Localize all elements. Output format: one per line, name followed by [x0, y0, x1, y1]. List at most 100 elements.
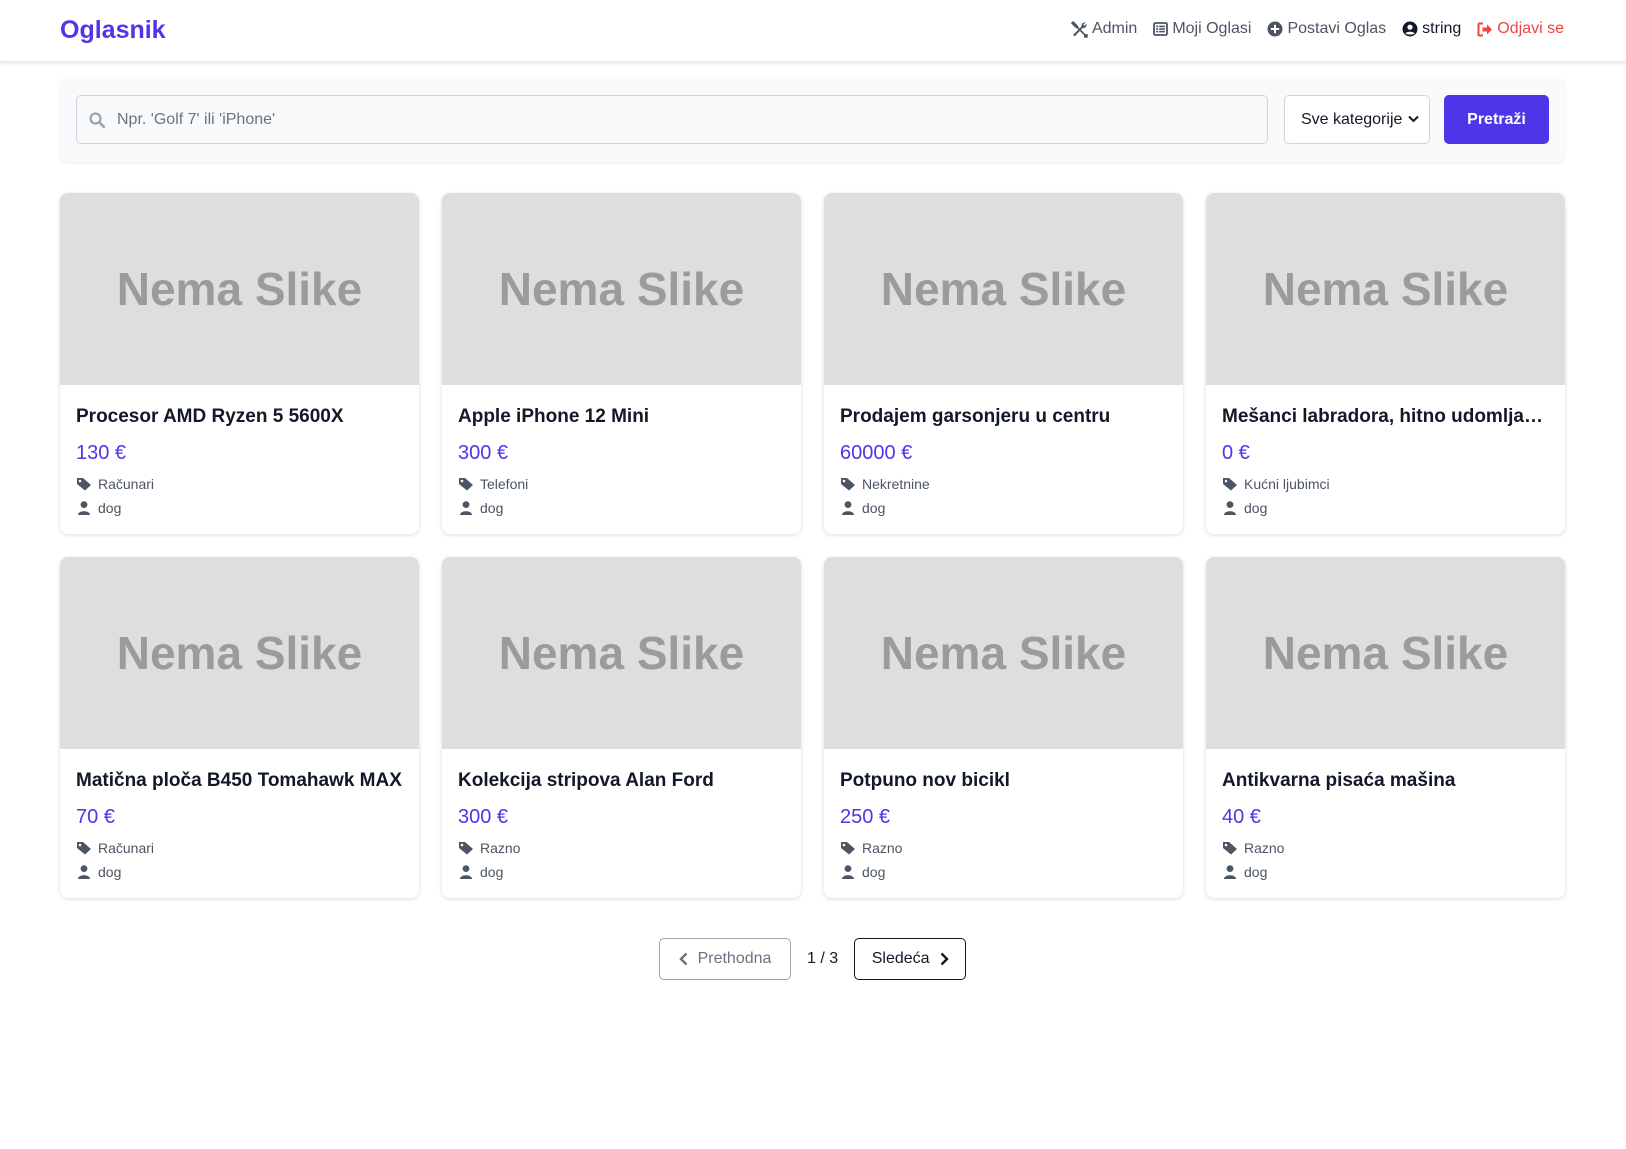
listing-title: Antikvarna pisaća mašina	[1222, 770, 1456, 791]
nav-logout-label: Odjavi se	[1497, 20, 1564, 37]
no-image-placeholder: Nema Slike	[442, 557, 801, 749]
chevron-right-icon	[940, 952, 949, 966]
nav-my-ads-link[interactable]: Moji Oglasi	[1153, 20, 1251, 38]
nav-post-ad-label: Postavi Oglas	[1287, 20, 1387, 37]
no-image-placeholder: Nema Slike	[60, 557, 419, 749]
brand-logo[interactable]: Oglasnik	[60, 16, 166, 45]
listing-card[interactable]: Nema Slike Matična ploča B450 Tomahawk M…	[60, 557, 419, 898]
listing-card[interactable]: Nema Slike Kolekcija stripova Alan Ford …	[442, 557, 801, 898]
tag-icon	[77, 477, 91, 490]
chevron-left-icon	[678, 952, 687, 966]
listing-card[interactable]: Nema Slike Prodajem garsonjeru u centru …	[824, 193, 1183, 534]
listing-owner-label: dog	[480, 863, 504, 880]
category-select[interactable]: Sve kategorije	[1284, 95, 1430, 144]
listing-category: Razno	[458, 839, 785, 856]
user-circle-icon	[1402, 21, 1418, 37]
nav-admin-label: Admin	[1091, 20, 1138, 37]
listing-category: Razno	[1222, 839, 1549, 856]
nav-logout-link[interactable]: Odjavi se	[1477, 20, 1564, 38]
category-select-value: Sve kategorije	[1301, 110, 1403, 128]
tools-icon	[1071, 20, 1088, 38]
listing-price: 60000 €	[840, 442, 913, 464]
next-page-button[interactable]: Sledeća	[854, 938, 967, 980]
user-icon	[78, 864, 90, 879]
no-image-placeholder: Nema Slike	[1206, 557, 1565, 749]
no-image-placeholder: Nema Slike	[824, 193, 1183, 385]
listing-owner-label: dog	[1244, 499, 1268, 516]
listing-owner: dog	[840, 499, 1167, 516]
listing-price: 250 €	[840, 806, 891, 828]
list-icon	[1153, 22, 1169, 36]
listing-owner: dog	[1222, 499, 1549, 516]
listing-category-label: Nekretnine	[862, 475, 930, 492]
user-icon	[460, 500, 472, 515]
listing-category-label: Računari	[98, 475, 155, 492]
listing-card[interactable]: Nema Slike Apple iPhone 12 Mini 300 € Te…	[442, 193, 801, 534]
prev-page-button[interactable]: Prethodna	[659, 938, 791, 980]
no-image-placeholder: Nema Slike	[442, 193, 801, 385]
listing-title: Apple iPhone 12 Mini	[458, 406, 650, 427]
user-icon	[842, 864, 854, 879]
tag-icon	[459, 841, 473, 854]
listing-category: Nekretnine	[840, 475, 1167, 492]
listing-owner-label: dog	[862, 863, 886, 880]
page-indicator: 1 / 3	[807, 950, 839, 967]
user-icon	[78, 500, 90, 515]
search-button[interactable]: Pretraži	[1444, 95, 1549, 144]
search-box[interactable]	[76, 95, 1268, 144]
listing-owner-label: dog	[862, 499, 886, 516]
listing-category: Računari	[76, 475, 403, 492]
tag-icon	[1223, 477, 1237, 490]
listing-category: Računari	[76, 839, 403, 856]
plus-circle-icon	[1267, 21, 1283, 37]
listing-owner: dog	[76, 863, 403, 880]
listing-price: 70 €	[76, 806, 115, 828]
listing-owner-label: dog	[98, 863, 122, 880]
search-icon	[89, 112, 105, 128]
prev-page-label: Prethodna	[697, 950, 772, 967]
listing-owner-label: dog	[98, 499, 122, 516]
listing-category-label: Računari	[98, 839, 155, 856]
listings-grid: Nema Slike Procesor AMD Ryzen 5 5600X 13…	[60, 193, 1565, 898]
listing-owner: dog	[76, 499, 403, 516]
listing-category: Razno	[840, 839, 1167, 856]
tag-icon	[77, 841, 91, 854]
listing-card[interactable]: Nema Slike Potpuno nov bicikl 250 € Razn…	[824, 557, 1183, 898]
sign-out-icon	[1477, 22, 1493, 36]
listing-title: Procesor AMD Ryzen 5 5600X	[76, 406, 344, 427]
tag-icon	[841, 477, 855, 490]
listing-card[interactable]: Nema Slike Mešanci labradora, hitno udom…	[1206, 193, 1565, 534]
listing-card[interactable]: Nema Slike Antikvarna pisaća mašina 40 €…	[1206, 557, 1565, 898]
listing-category-label: Telefoni	[480, 475, 529, 492]
no-image-placeholder: Nema Slike	[1206, 193, 1565, 385]
user-icon	[1224, 864, 1236, 879]
listing-owner: dog	[1222, 863, 1549, 880]
user-icon	[842, 500, 854, 515]
nav-post-ad-link[interactable]: Postavi Oglas	[1267, 20, 1386, 38]
no-image-placeholder: Nema Slike	[824, 557, 1183, 749]
tag-icon	[1223, 841, 1237, 854]
listing-price: 40 €	[1222, 806, 1261, 828]
nav-links: Admin Moji Oglasi Postavi Oglas string O…	[1071, 20, 1564, 38]
listing-category-label: Razno	[862, 839, 903, 856]
chevron-down-icon	[1408, 115, 1419, 123]
listing-title: Kolekcija stripova Alan Ford	[458, 770, 714, 791]
listing-category-label: Razno	[480, 839, 521, 856]
listing-card[interactable]: Nema Slike Procesor AMD Ryzen 5 5600X 13…	[60, 193, 419, 534]
listing-owner: dog	[458, 499, 785, 516]
listing-title: Mešanci labradora, hitno udomljavanje	[1222, 406, 1549, 427]
user-icon	[1224, 500, 1236, 515]
listing-category: Telefoni	[458, 475, 785, 492]
listing-title: Matična ploča B450 Tomahawk MAX	[76, 770, 402, 791]
listing-category-label: Razno	[1244, 839, 1285, 856]
listing-price: 0 €	[1222, 442, 1250, 464]
search-panel: Sve kategorije Pretraži	[60, 78, 1565, 162]
top-navbar: Oglasnik Admin Moji Oglasi Postavi Oglas…	[0, 0, 1626, 62]
search-input[interactable]	[115, 96, 1255, 143]
nav-user-link[interactable]: string	[1402, 20, 1461, 38]
nav-admin-link[interactable]: Admin	[1071, 20, 1137, 38]
tag-icon	[841, 841, 855, 854]
listing-owner: dog	[840, 863, 1167, 880]
listing-title: Potpuno nov bicikl	[840, 770, 1010, 791]
user-icon	[460, 864, 472, 879]
